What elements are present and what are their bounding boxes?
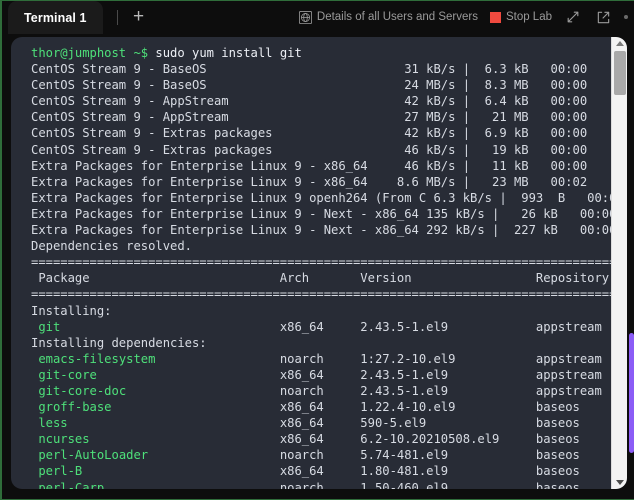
page-scrollbar-thumb[interactable] [629, 333, 634, 453]
topbar-actions: Details of all Users and Servers Stop La… [298, 8, 634, 34]
open-external-button[interactable] [594, 8, 612, 26]
expand-arrows-icon [567, 11, 579, 23]
tab-divider [116, 10, 118, 25]
terminal-scrollbar[interactable] [611, 37, 627, 489]
window-topbar: Terminal 1 + Details of all Users and Se… [2, 1, 634, 34]
scrollbar-thumb[interactable] [614, 51, 626, 95]
page-scrollbar[interactable] [629, 37, 634, 489]
terminal-text: thor@jumphost ~$ sudo yum install git Ce… [31, 46, 611, 489]
details-of-all-users-and-servers-button[interactable]: Details of all Users and Servers [298, 10, 478, 24]
scroll-down-arrow-icon[interactable] [612, 476, 627, 489]
globe-icon [298, 10, 312, 24]
terminal-panel: thor@jumphost ~$ sudo yum install git Ce… [11, 37, 627, 489]
external-link-icon [597, 11, 609, 23]
new-tab-button[interactable]: + [124, 1, 154, 34]
details-label: Details of all Users and Servers [316, 11, 478, 23]
fullscreen-button[interactable] [564, 8, 582, 26]
overflow-menu-icon[interactable] [624, 15, 628, 19]
stop-square-icon [489, 11, 501, 23]
stop-lab-button[interactable]: Stop Lab [489, 11, 552, 23]
terminal-output-area[interactable]: thor@jumphost ~$ sudo yum install git Ce… [11, 37, 611, 489]
plus-icon: + [133, 5, 145, 27]
scroll-up-arrow-icon[interactable] [612, 37, 627, 50]
tab-terminal-1[interactable]: Terminal 1 [8, 1, 103, 34]
stop-lab-label: Stop Lab [505, 11, 552, 23]
lab-terminal-window: Terminal 1 + Details of all Users and Se… [0, 0, 634, 500]
tab-label: Terminal 1 [24, 10, 87, 25]
